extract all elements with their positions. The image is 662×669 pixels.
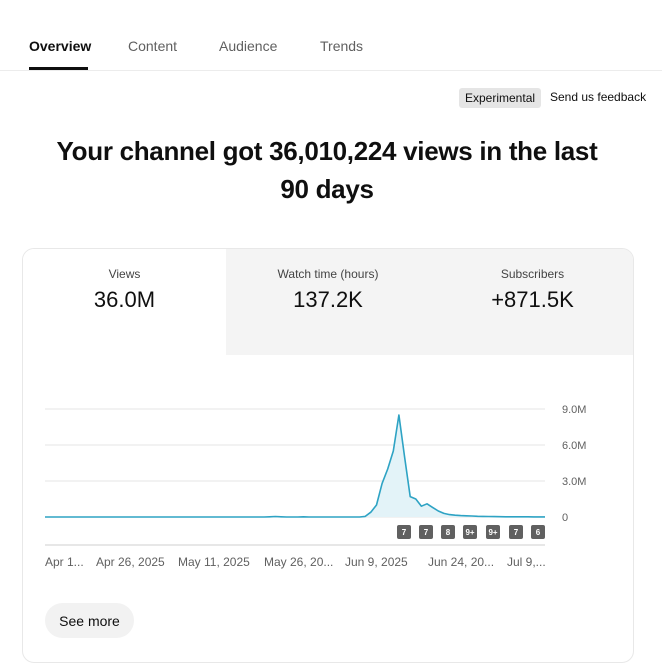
metric-tab-watch-time[interactable]: Watch time (hours) 137.2K: [226, 249, 430, 355]
event-marker[interactable]: [441, 525, 455, 539]
metric-value: +871.5K: [491, 287, 574, 312]
active-tab-indicator: [29, 67, 88, 70]
page-headline: Your channel got 36,010,224 views in the…: [40, 132, 614, 208]
tab-audience[interactable]: Audience: [219, 38, 277, 54]
headline-line-2: 90 days: [280, 174, 374, 204]
event-marker[interactable]: [486, 525, 500, 539]
tab-overview[interactable]: Overview: [29, 38, 91, 54]
tab-trends[interactable]: Trends: [320, 38, 363, 54]
metric-tab-subscribers[interactable]: Subscribers +871.5K: [430, 249, 633, 355]
metric-label: Views: [108, 267, 141, 281]
metric-value: 137.2K: [293, 287, 363, 312]
metric-tab-views[interactable]: Views 36.0M: [23, 249, 226, 355]
event-marker[interactable]: [463, 525, 477, 539]
metric-label: Subscribers: [500, 267, 565, 281]
experimental-badge: Experimental: [459, 88, 542, 108]
metric-label: Watch time (hours): [277, 267, 379, 281]
tab-bar: Overview Content Audience Trends: [0, 0, 662, 71]
event-marker[interactable]: [509, 525, 523, 539]
metrics-card: Views 36.0M Watch time (hours) 137.2K Su…: [22, 248, 634, 663]
send-feedback-link[interactable]: Send us feedback: [550, 90, 646, 104]
event-marker[interactable]: [397, 525, 411, 539]
headline-line-1: Your channel got 36,010,224 views in the…: [56, 136, 598, 166]
tab-content[interactable]: Content: [128, 38, 177, 54]
event-marker[interactable]: [531, 525, 545, 539]
metric-value: 36.0M: [93, 287, 156, 312]
event-marker[interactable]: [419, 525, 433, 539]
see-more-button[interactable]: See more: [45, 603, 134, 638]
